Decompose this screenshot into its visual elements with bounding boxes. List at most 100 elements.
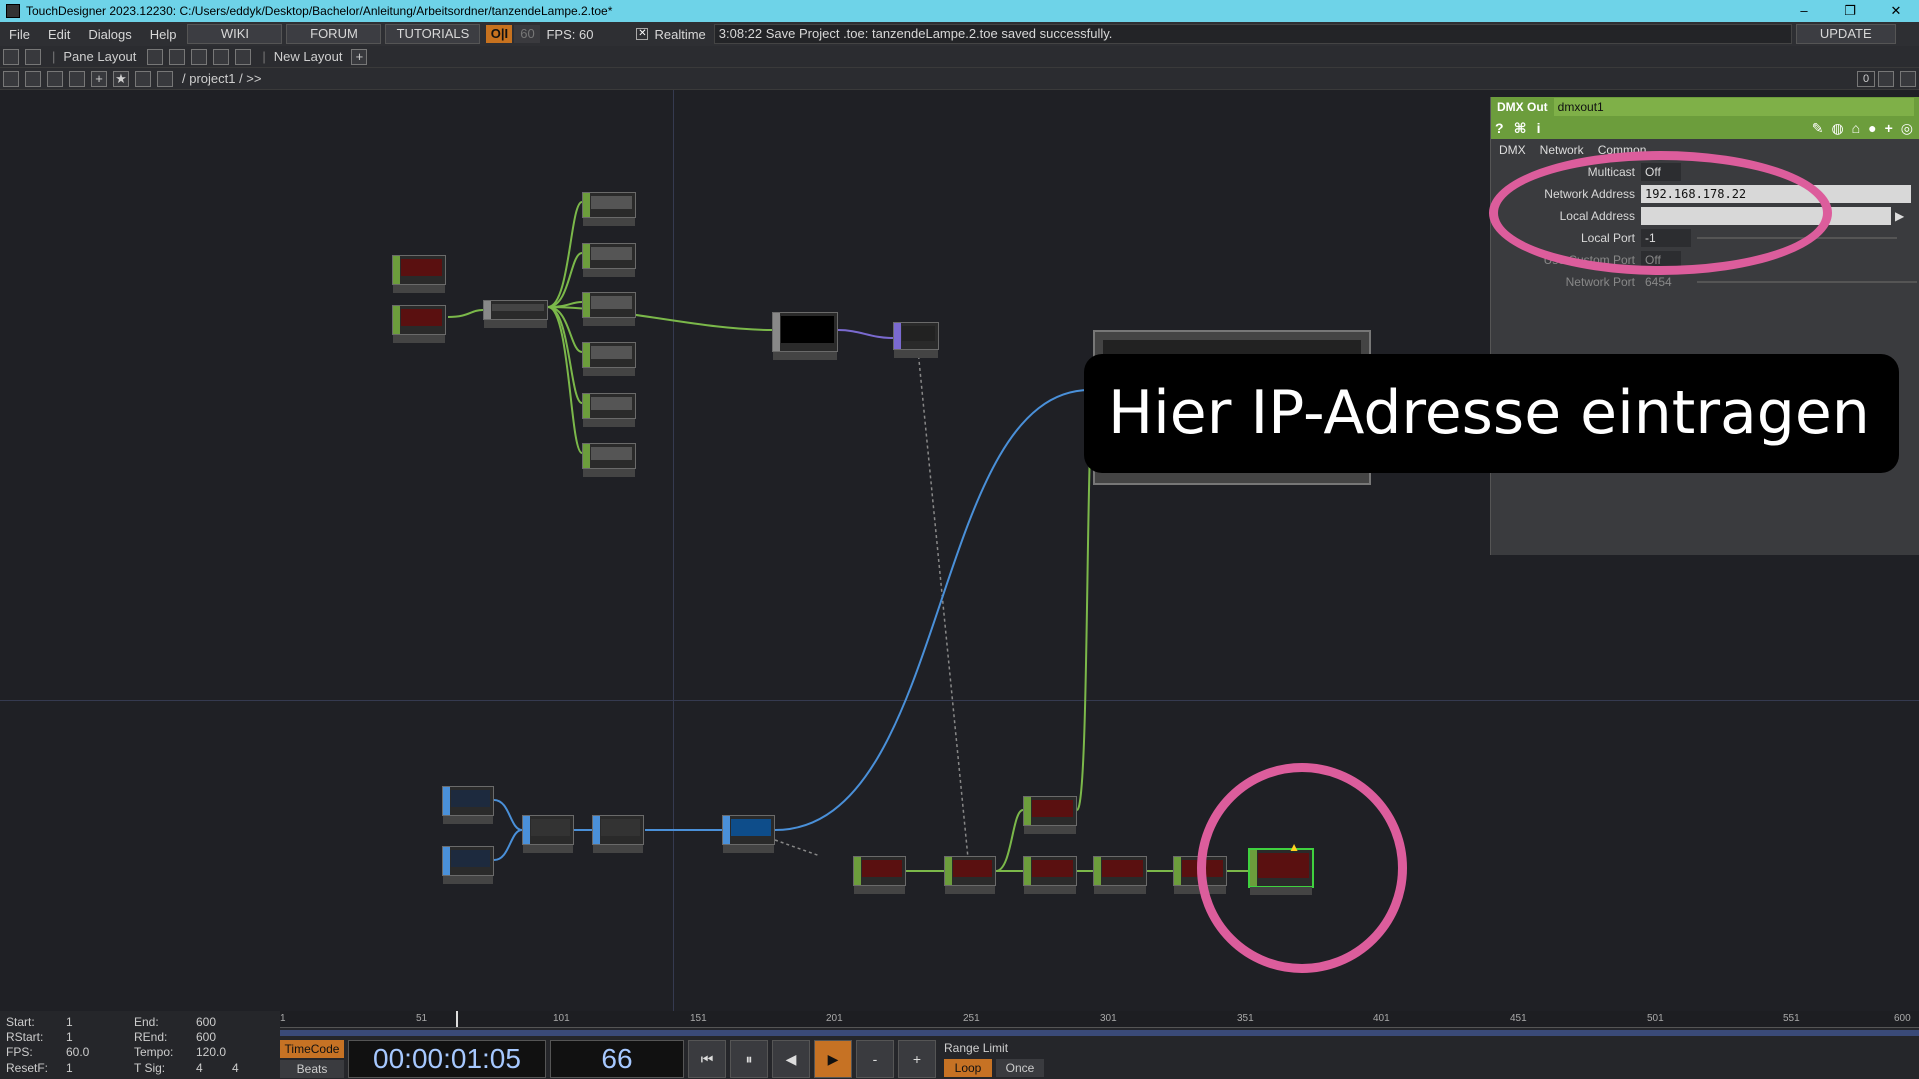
fps-cap-field[interactable]: 60 <box>514 25 541 43</box>
rend-label: REnd: <box>134 1030 168 1044</box>
step-decrement-button[interactable]: - <box>856 1040 894 1078</box>
rewind-button[interactable]: ⏮ <box>688 1040 726 1078</box>
back-icon[interactable] <box>47 70 63 87</box>
rend-value[interactable]: 600 <box>196 1030 216 1044</box>
perform-mode-button[interactable]: O|I <box>486 25 513 43</box>
analysis-output-node[interactable] <box>582 443 636 477</box>
play-button[interactable]: ▶ <box>814 1040 852 1078</box>
maximize-button[interactable]: ❐ <box>1827 0 1873 22</box>
info-icon[interactable]: i <box>1537 120 1541 136</box>
analysis-output-node[interactable] <box>582 243 636 277</box>
chop-node[interactable] <box>1023 796 1077 834</box>
layout-split-horizontal-icon[interactable] <box>191 48 208 65</box>
range-limit-label: Range Limit <box>944 1041 1009 1055</box>
network-path[interactable]: / project1 / >> <box>182 71 262 86</box>
step-increment-button[interactable]: + <box>898 1040 936 1078</box>
composite-top-node[interactable] <box>522 815 574 853</box>
timecode-display[interactable]: 00:00:01:05 <box>348 1040 546 1078</box>
anchor-icon[interactable] <box>25 48 41 65</box>
menu-arrow-icon[interactable]: ▶ <box>1895 209 1904 223</box>
close-button[interactable]: ✕ <box>1873 0 1919 22</box>
edit-icon[interactable]: ✎ <box>1812 120 1824 137</box>
layout-four-icon[interactable] <box>235 48 252 65</box>
add-layout-icon[interactable]: + <box>351 48 368 65</box>
start-value[interactable]: 1 <box>66 1015 73 1029</box>
visualizer-node[interactable] <box>772 312 838 360</box>
wiki-button[interactable]: WIKI <box>187 24 283 44</box>
tsig-label: T Sig: <box>134 1061 166 1075</box>
audio-file-in-node[interactable] <box>392 255 446 293</box>
end-value[interactable]: 600 <box>196 1015 216 1029</box>
star-icon[interactable]: ★ <box>113 70 129 87</box>
loop-toggle[interactable]: Loop <box>944 1059 992 1077</box>
search-icon[interactable] <box>135 70 151 87</box>
network-port-slider[interactable] <box>1697 281 1917 283</box>
realtime-checkbox[interactable]: ✕ <box>636 28 649 40</box>
minimize-button[interactable]: – <box>1781 0 1827 22</box>
menu-help[interactable]: Help <box>141 27 186 42</box>
transform-top-node[interactable] <box>592 815 644 853</box>
tab-network[interactable]: Network <box>1540 143 1584 157</box>
chop-node[interactable] <box>853 856 906 894</box>
audio-analysis-node[interactable] <box>483 300 548 328</box>
menu-dialogs[interactable]: Dialogs <box>79 27 140 42</box>
add-icon[interactable]: + <box>1885 120 1893 137</box>
operator-name-field[interactable]: dmxout1 <box>1553 98 1914 116</box>
python-icon[interactable]: ● <box>1868 120 1876 137</box>
forward-icon[interactable] <box>69 70 85 87</box>
help-icon[interactable]: ? <box>1495 120 1504 136</box>
tempo-label: Tempo: <box>134 1045 174 1059</box>
forum-button[interactable]: FORUM <box>286 24 382 44</box>
add-icon[interactable]: + <box>91 70 107 87</box>
chop-node[interactable] <box>1023 856 1077 894</box>
fps-value[interactable]: 60.0 <box>66 1045 89 1059</box>
network-view-icon[interactable] <box>3 48 19 65</box>
bookmark-icon[interactable]: ⌂ <box>1852 120 1860 137</box>
update-button[interactable]: UPDATE <box>1795 24 1896 44</box>
tutorials-button[interactable]: TUTORIALS <box>385 24 481 44</box>
tempo-value[interactable]: 120.0 <box>196 1045 226 1059</box>
frame-display[interactable]: 66 <box>550 1040 684 1078</box>
range-bar[interactable] <box>280 1030 1919 1036</box>
resetf-value[interactable]: 1 <box>66 1061 73 1075</box>
pane-menu-icon[interactable] <box>1900 70 1916 87</box>
null-top-node[interactable] <box>722 815 775 853</box>
stop-icon[interactable] <box>25 70 41 87</box>
timecode-toggle[interactable]: TimeCode <box>280 1040 344 1058</box>
null-node[interactable] <box>893 322 939 358</box>
circle-top-node[interactable] <box>442 786 494 824</box>
chevron-down-icon[interactable] <box>3 70 19 87</box>
network-port-field[interactable]: 6454 <box>1641 273 1691 291</box>
comment-icon[interactable]: ◍ <box>1831 120 1843 137</box>
layout-single-icon[interactable] <box>147 48 164 65</box>
rstart-label: RStart: <box>6 1030 44 1044</box>
python-help-icon[interactable]: ⌘ <box>1514 120 1527 137</box>
target-icon[interactable]: ◎ <box>1901 120 1913 137</box>
analysis-output-node[interactable] <box>582 393 636 427</box>
step-back-button[interactable]: ◀ <box>772 1040 810 1078</box>
pause-button[interactable]: ⏸ <box>730 1040 768 1078</box>
timeline-ruler[interactable]: 1 51 101 151 201 251 301 351 401 451 501… <box>280 1011 1919 1028</box>
analysis-output-node[interactable] <box>582 342 636 376</box>
home-icon[interactable] <box>157 70 173 87</box>
analysis-output-node[interactable] <box>582 292 636 326</box>
tab-dmx[interactable]: DMX <box>1499 143 1526 157</box>
tsig-denominator[interactable]: 4 <box>232 1061 239 1075</box>
menu-edit[interactable]: Edit <box>39 27 79 42</box>
once-toggle[interactable]: Once <box>996 1059 1044 1077</box>
divider: | <box>262 49 266 64</box>
audio-spectrum-node[interactable] <box>392 305 446 343</box>
analysis-output-node[interactable] <box>582 192 636 226</box>
rectangle-top-node[interactable] <box>442 846 494 884</box>
chop-node[interactable] <box>944 856 996 894</box>
layout-split-vertical-icon[interactable] <box>169 48 186 65</box>
playhead[interactable] <box>456 1011 458 1027</box>
menu-file[interactable]: File <box>0 27 39 42</box>
tsig-numerator[interactable]: 4 <box>196 1061 203 1075</box>
rstart-value[interactable]: 1 <box>66 1030 73 1044</box>
layout-three-icon[interactable] <box>213 48 230 65</box>
zero-indicator[interactable]: 0 <box>1857 70 1875 87</box>
beats-toggle[interactable]: Beats <box>280 1060 344 1078</box>
maximize-pane-icon[interactable] <box>1878 70 1894 87</box>
chop-node[interactable] <box>1093 856 1147 894</box>
